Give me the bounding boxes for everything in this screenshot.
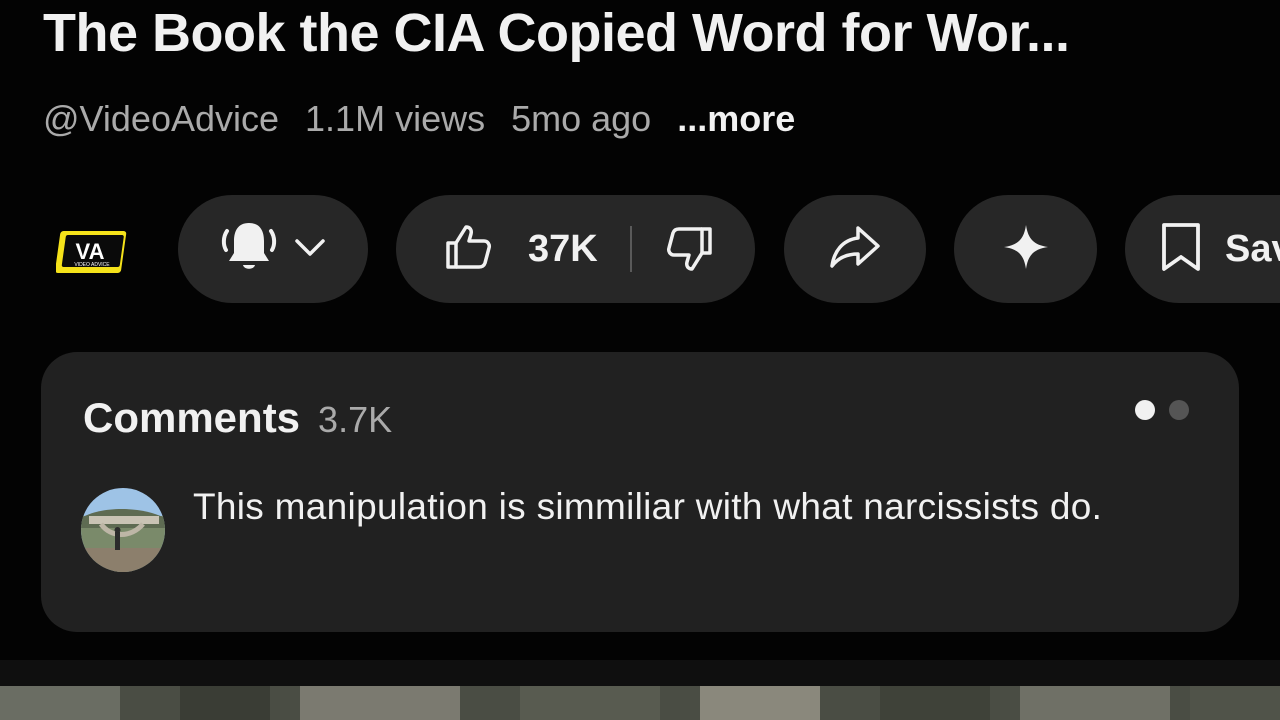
video-watch-page: The Book the CIA Copied Word for Wor... … [0, 0, 1280, 720]
video-title[interactable]: The Book the CIA Copied Word for Wor... [43, 2, 1070, 64]
upload-age: 5mo ago [511, 98, 652, 139]
action-bar: VA VIDEO ADVICE 37K Sa [0, 195, 1280, 305]
video-meta[interactable]: @VideoAdvice 1.1M views 5mo ago ...more [43, 98, 795, 140]
commenter-avatar[interactable] [81, 488, 165, 572]
bell-icon [219, 217, 279, 282]
save-button[interactable]: Sav [1125, 195, 1280, 303]
like-button[interactable]: 37K [396, 221, 598, 278]
view-count: 1.1M views [305, 98, 486, 139]
like-divider [629, 226, 632, 272]
comments-panel[interactable]: Comments 3.7K This manipulation is simmi… [41, 352, 1239, 632]
share-button[interactable] [784, 195, 926, 303]
thumbs-up-icon [442, 221, 494, 278]
sparkle-icon [1002, 223, 1050, 276]
bookmark-icon [1159, 221, 1203, 278]
carousel-indicator [1135, 400, 1189, 420]
channel-handle[interactable]: @VideoAdvice [43, 98, 279, 140]
carousel-dot [1169, 400, 1189, 420]
like-count: 37K [528, 227, 598, 270]
chevron-down-icon [293, 230, 327, 269]
section-divider [0, 660, 1280, 686]
channel-logo[interactable]: VA VIDEO ADVICE [55, 221, 134, 277]
comments-count: 3.7K [318, 399, 393, 440]
ask-ai-button[interactable] [954, 195, 1097, 303]
carousel-dot-active [1135, 400, 1155, 420]
more-button[interactable]: ...more [677, 98, 795, 140]
logo-subtext: VIDEO ADVICE [74, 262, 110, 268]
comments-header: Comments 3.7K [83, 394, 392, 442]
comments-title: Comments [83, 394, 301, 441]
thumbs-down-icon [664, 223, 716, 275]
dislike-button[interactable] [664, 223, 716, 275]
like-dislike-group: 37K [396, 195, 755, 303]
share-icon [828, 220, 882, 279]
logo-text: VA [76, 239, 105, 264]
notification-bell-button[interactable] [178, 195, 368, 303]
save-label: Sav [1225, 227, 1280, 270]
top-comment-text: This manipulation is simmiliar with what… [193, 486, 1103, 527]
next-video-thumbnail[interactable] [0, 686, 1280, 720]
